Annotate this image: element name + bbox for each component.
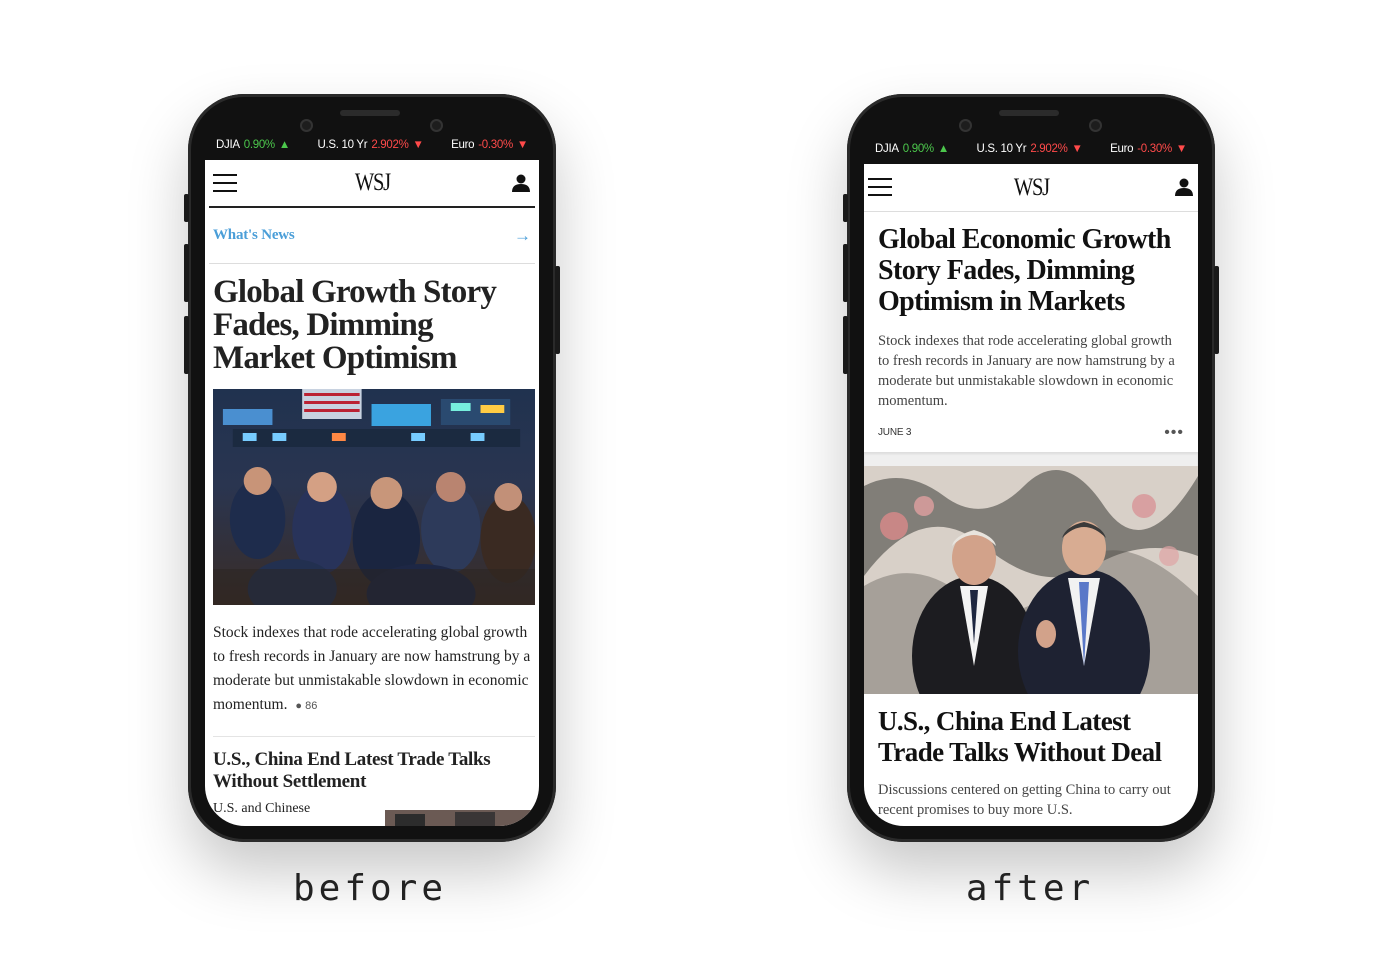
phone-volume-up <box>184 244 189 302</box>
wsj-logo[interactable]: WSJ <box>354 169 390 197</box>
more-options-icon[interactable]: ••• <box>1164 424 1184 440</box>
phone-mute-switch <box>184 194 189 222</box>
trade-talks-photo[interactable] <box>864 466 1198 694</box>
user-account-icon[interactable] <box>511 173 531 193</box>
lead-headline[interactable]: Global Growth Story Fades, Dimming Marke… <box>209 264 539 375</box>
lead-summary: Stock indexes that rode accelerating glo… <box>878 333 1175 409</box>
hamburger-menu-icon[interactable] <box>213 174 237 192</box>
arrow-up-icon: ▲ <box>937 143 949 155</box>
lead-headline[interactable]: Global Economic Growth Story Fades, Dimm… <box>878 224 1184 317</box>
phone-volume-down <box>184 316 189 374</box>
caption-before: before <box>292 868 448 909</box>
screen-before: WSJ What's News → Global Growth Story Fa… <box>205 160 539 826</box>
arrow-down-icon: ▼ <box>1071 143 1083 155</box>
trading-floor-photo[interactable] <box>213 389 535 605</box>
phone-mute-switch <box>843 194 848 222</box>
arrow-right-icon: → <box>514 225 531 245</box>
story-date: JUNE 3 <box>878 427 912 438</box>
second-story[interactable]: U.S., China End Latest Trade Talks Witho… <box>864 694 1198 820</box>
ticker-euro[interactable]: Euro -0.30% ▼ <box>1110 143 1187 155</box>
caption-after: after <box>965 868 1095 909</box>
second-headline[interactable]: U.S., China End Latest Trade Talks Witho… <box>878 706 1184 768</box>
hamburger-menu-icon[interactable] <box>868 178 892 196</box>
phone-before: DJIA 0.90% ▲ U.S. 10 Yr 2.902% ▼ Euro -0… <box>184 94 560 842</box>
phone-volume-up <box>843 244 848 302</box>
card-separator <box>864 452 1198 466</box>
app-header: WSJ <box>209 160 535 208</box>
phone-after: DJIA 0.90% ▲ U.S. 10 Yr 2.902% ▼ Euro -0… <box>843 94 1219 842</box>
arrow-up-icon: ▲ <box>278 139 290 151</box>
market-ticker[interactable]: DJIA 0.90% ▲ U.S. 10 Yr 2.902% ▼ Euro -0… <box>865 138 1197 160</box>
ticker-djia[interactable]: DJIA 0.90% ▲ <box>216 139 290 151</box>
whats-news-link[interactable]: What's News → <box>209 208 535 264</box>
arrow-down-icon: ▼ <box>412 139 424 151</box>
comment-count[interactable]: ● 86 <box>295 700 317 712</box>
story-meta: JUNE 3 ••• <box>878 424 1184 452</box>
wsj-logo[interactable]: WSJ <box>1013 174 1049 202</box>
phone-power-button <box>1214 266 1219 354</box>
section-label: What's News <box>213 227 295 243</box>
second-story-thumbnail[interactable] <box>385 810 535 826</box>
ticker-us10yr[interactable]: U.S. 10 Yr 2.902% ▼ <box>976 143 1082 155</box>
second-snippet: Discussions centered on getting China to… <box>878 782 1171 818</box>
phone-notch <box>941 104 1121 138</box>
phone-power-button <box>555 266 560 354</box>
phone-volume-down <box>843 316 848 374</box>
phone-notch <box>282 104 462 138</box>
user-account-icon[interactable] <box>1174 177 1194 197</box>
ticker-djia[interactable]: DJIA 0.90% ▲ <box>875 143 949 155</box>
lead-story-card[interactable]: Global Economic Growth Story Fades, Dimm… <box>864 212 1198 452</box>
ticker-us10yr[interactable]: U.S. 10 Yr 2.902% ▼ <box>317 139 423 151</box>
lead-summary: Stock indexes that rode accelerating glo… <box>213 624 531 713</box>
screen-after: WSJ Global Economic Growth Story Fades, … <box>864 164 1198 826</box>
arrow-down-icon: ▼ <box>1175 143 1187 155</box>
arrow-down-icon: ▼ <box>516 139 528 151</box>
app-header: WSJ <box>864 164 1198 212</box>
second-story[interactable]: U.S., China End Latest Trade Talks Witho… <box>205 737 539 817</box>
ticker-euro[interactable]: Euro -0.30% ▼ <box>451 139 528 151</box>
market-ticker[interactable]: DJIA 0.90% ▲ U.S. 10 Yr 2.902% ▼ Euro -0… <box>206 134 538 156</box>
comment-bubble-icon: ● <box>295 700 303 712</box>
second-headline[interactable]: U.S., China End Latest Trade Talks Witho… <box>213 749 531 793</box>
